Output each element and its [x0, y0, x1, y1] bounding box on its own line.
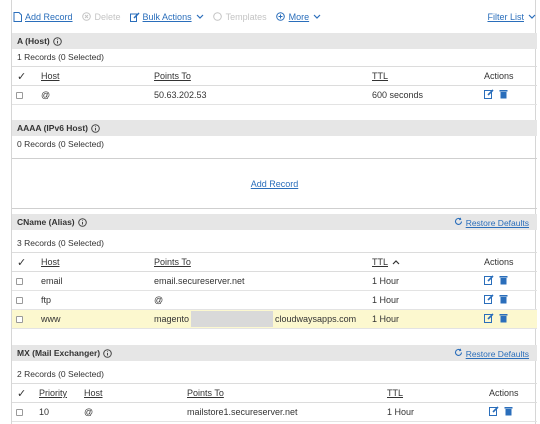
points-to-value: mailstore1.secureserver.net — [187, 407, 298, 417]
row-checkbox[interactable] — [16, 315, 23, 323]
table-header: ✓ Priority Host Points To TTL Actions — [12, 383, 537, 403]
add-record-link[interactable]: Add Record — [12, 179, 537, 189]
select-all-checkmark-icon[interactable]: ✓ — [17, 253, 26, 271]
templates-icon — [213, 12, 223, 22]
col-actions: Actions — [484, 71, 514, 81]
table-row: @ 50.63.202.53 600 seconds — [12, 86, 537, 105]
bulk-edit-icon — [129, 11, 140, 22]
divider — [12, 208, 537, 209]
divider — [12, 158, 537, 159]
section-title: AAAA (IPv6 Host) — [17, 123, 88, 133]
record-count: 1 Records (0 Selected) — [17, 52, 104, 62]
col-actions: Actions — [489, 388, 519, 398]
plus-circle-icon — [276, 12, 286, 22]
table-row: ftp @ 1 Hour — [12, 291, 537, 310]
document-icon — [12, 11, 22, 22]
col-points-to[interactable]: Points To — [187, 384, 224, 402]
edit-icon[interactable] — [484, 294, 494, 306]
table-header: ✓ Host Points To TTL Actions — [12, 66, 537, 86]
table-header: ✓ Host Points To TTL Actions — [12, 252, 537, 272]
row-checkbox[interactable] — [16, 91, 23, 99]
table-row: 10 @ mailstore1.secureserver.net 1 Hour — [12, 403, 537, 422]
col-ttl[interactable]: TTL — [387, 384, 403, 402]
delete-button[interactable]: Delete — [82, 12, 121, 22]
points-to-value: 50.63.202.53 — [154, 90, 207, 100]
col-host[interactable]: Host — [84, 384, 103, 402]
chevron-down-icon — [313, 12, 321, 22]
table-row: email email.secureserver.net 1 Hour — [12, 272, 537, 291]
delete-circle-icon — [82, 12, 92, 22]
add-record-button[interactable]: Add Record — [12, 11, 73, 22]
points-to-value: email.secureserver.net — [154, 276, 245, 286]
record-count: 0 Records (0 Selected) — [17, 139, 104, 149]
host-value: @ — [84, 407, 94, 417]
col-priority[interactable]: Priority — [39, 384, 67, 402]
sort-ascending-icon[interactable] — [392, 253, 400, 271]
toolbar: Add Record Delete Bulk Actions Templates — [12, 0, 537, 33]
row-checkbox[interactable] — [16, 408, 23, 416]
edit-icon[interactable] — [489, 406, 499, 418]
priority-value: 10 — [39, 407, 50, 417]
col-ttl[interactable]: TTL — [372, 67, 388, 85]
col-host[interactable]: Host — [41, 253, 60, 271]
mx-section-header: MX (Mail Exchanger) Restore Defaults — [12, 345, 537, 361]
trash-icon[interactable] — [499, 294, 508, 306]
points-to-value: @ — [154, 295, 164, 305]
table-row: www magento cloudwaysapps.com 1 Hour — [12, 310, 537, 329]
section-title: MX (Mail Exchanger) — [17, 348, 101, 358]
ttl-value: 1 Hour — [372, 276, 400, 286]
col-points-to[interactable]: Points To — [154, 253, 191, 271]
host-value: www — [41, 314, 61, 324]
select-all-checkmark-icon[interactable]: ✓ — [17, 384, 26, 402]
section-title: A (Host) — [17, 36, 50, 46]
points-to-suffix: cloudwaysapps.com — [275, 314, 357, 324]
col-ttl[interactable]: TTL — [372, 253, 388, 271]
chevron-down-icon — [196, 12, 204, 22]
record-count: 2 Records (0 Selected) — [17, 369, 104, 379]
info-icon[interactable] — [77, 217, 87, 227]
a-host-section-header: A (Host) — [12, 33, 537, 49]
restore-icon — [454, 217, 463, 228]
edit-icon[interactable] — [484, 313, 494, 325]
info-icon[interactable] — [52, 36, 62, 46]
host-value: email — [41, 276, 63, 286]
aaaa-section-header: AAAA (IPv6 Host) — [12, 120, 537, 136]
col-actions: Actions — [484, 257, 514, 267]
ttl-value: 1 Hour — [372, 295, 400, 305]
points-to-value: magento cloudwaysapps.com — [154, 310, 356, 328]
section-title: CName (Alias) — [17, 217, 75, 227]
select-all-checkmark-icon[interactable]: ✓ — [17, 67, 26, 85]
trash-icon[interactable] — [504, 406, 513, 418]
cname-section-header: CName (Alias) Restore Defaults — [12, 214, 537, 230]
col-host[interactable]: Host — [41, 67, 60, 85]
edit-icon[interactable] — [484, 89, 494, 101]
restore-icon — [454, 348, 463, 359]
ttl-value: 1 Hour — [387, 407, 415, 417]
more-menu[interactable]: More — [276, 12, 322, 22]
restore-defaults-button[interactable]: Restore Defaults — [454, 348, 529, 359]
trash-icon[interactable] — [499, 89, 508, 101]
info-icon[interactable] — [91, 123, 100, 133]
row-checkbox[interactable] — [16, 296, 23, 304]
ttl-value: 1 Hour — [372, 314, 400, 324]
chevron-down-icon — [528, 12, 536, 22]
info-icon[interactable] — [103, 348, 112, 358]
trash-icon[interactable] — [499, 275, 508, 287]
row-checkbox[interactable] — [16, 277, 23, 285]
col-points-to[interactable]: Points To — [154, 67, 191, 85]
redacted-region — [191, 311, 274, 327]
points-to-prefix: magento — [154, 314, 190, 324]
dns-manager-panel: Add Record Delete Bulk Actions Templates — [11, 0, 537, 424]
templates-button[interactable]: Templates — [213, 12, 267, 22]
restore-defaults-button[interactable]: Restore Defaults — [454, 217, 529, 228]
filter-list-button[interactable]: Filter List — [487, 12, 536, 22]
trash-icon[interactable] — [499, 313, 508, 325]
record-count: 3 Records (0 Selected) — [17, 238, 104, 248]
host-value: @ — [41, 90, 51, 100]
host-value: ftp — [41, 295, 52, 305]
bulk-actions-menu[interactable]: Bulk Actions — [129, 11, 204, 22]
edit-icon[interactable] — [484, 275, 494, 287]
ttl-value: 600 seconds — [372, 90, 424, 100]
